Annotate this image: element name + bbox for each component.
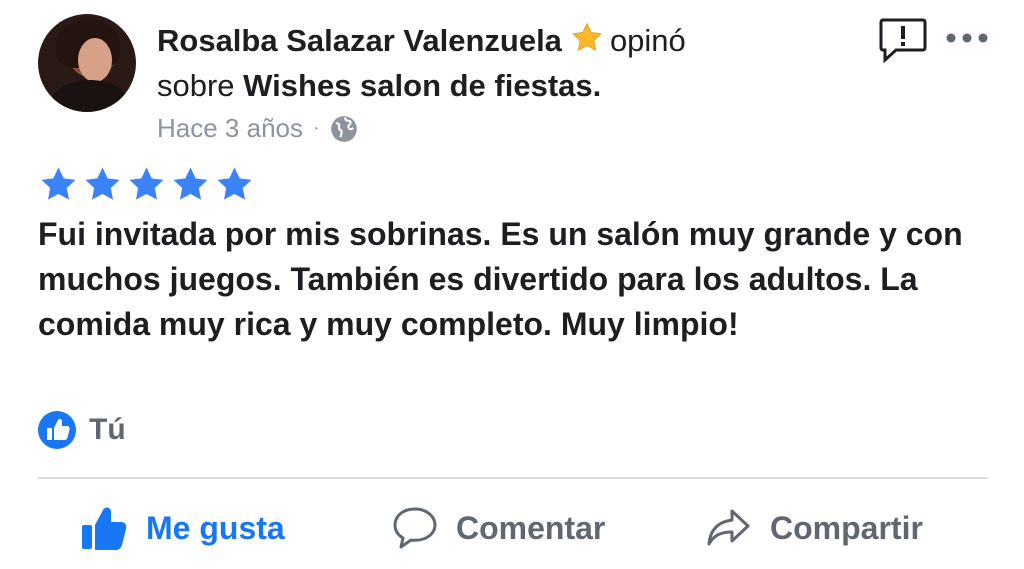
report-icon[interactable] [878,16,928,64]
post-meta: Hace 3 años · [157,113,358,144]
rating-star-icon [85,167,120,200]
rating-star-icon [217,167,252,200]
review-headline: Rosalba Salazar Valenzuela opinó sobre W… [157,18,837,108]
rating-star-icon [173,167,208,200]
reactions-summary[interactable]: Tú [37,410,126,450]
rating-star-icon [129,167,164,200]
meta-separator: · [312,117,320,139]
like-label: Me gusta [146,509,285,546]
action-bar: Me gusta Comentar Compartir [0,488,1024,568]
share-button[interactable]: Compartir [706,488,923,568]
rating-stars [38,165,255,205]
share-label: Compartir [770,509,923,546]
like-button[interactable]: Me gusta [80,488,285,568]
review-header: Rosalba Salazar Valenzuela opinó sobre W… [36,14,996,164]
more-icon[interactable] [942,28,992,48]
review-text: Fui invitada por mis sobrinas. Es un sal… [38,216,963,342]
star-badge-icon [571,22,602,51]
share-icon [707,509,750,546]
thumbs-up-icon [82,507,127,550]
place-name[interactable]: Wishes salon de fiestas. [243,68,601,103]
timestamp[interactable]: Hace 3 años [157,113,303,144]
verb-text: opinó [609,23,686,58]
avatar[interactable] [38,14,136,112]
globe-icon [330,115,357,142]
reactions-label: Tú [89,413,126,446]
comment-label: Comentar [456,509,606,546]
like-reaction-icon [38,411,76,449]
author-name[interactable]: Rosalba Salazar Valenzuela [157,23,562,58]
comment-button[interactable]: Comentar [392,488,605,568]
comment-icon [393,507,437,549]
rating-star-icon [41,167,76,200]
divider [38,477,988,479]
preposition-text: sobre [157,68,235,103]
